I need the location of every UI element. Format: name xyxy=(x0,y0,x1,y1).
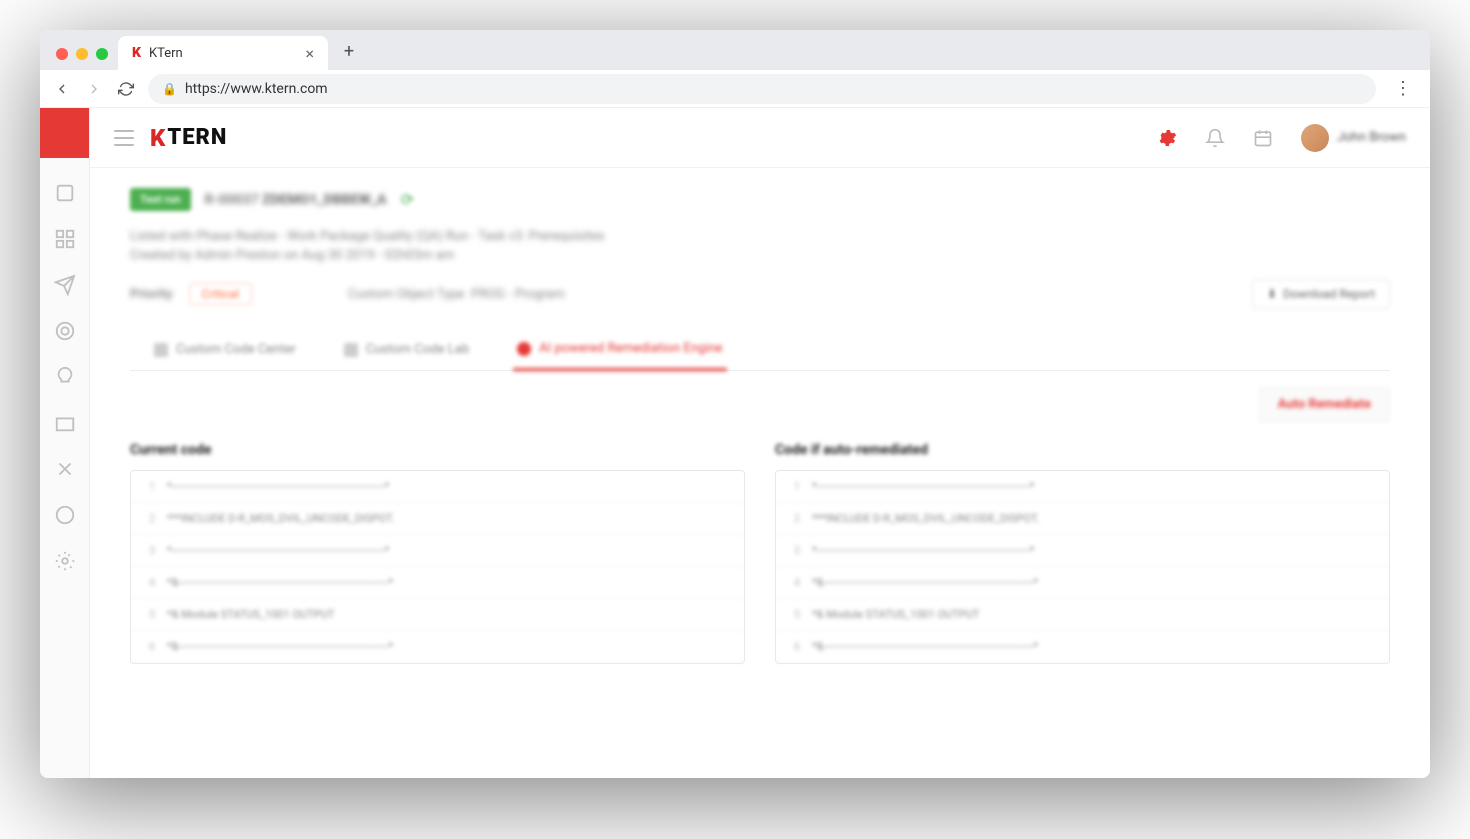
browser-menu-button[interactable]: ⋮ xyxy=(1388,78,1418,99)
rail-item-4[interactable] xyxy=(54,320,76,342)
url-text: https://www.ktern.com xyxy=(185,81,328,97)
auto-remediate-button[interactable]: Auto Remediate xyxy=(1259,387,1390,422)
remediated-code-box: 1*--------------------------------------… xyxy=(775,470,1390,664)
address-bar: 🔒 https://www.ktern.com ⋮ xyxy=(40,70,1430,108)
forward-button[interactable] xyxy=(84,79,104,99)
new-tab-button[interactable]: + xyxy=(334,36,364,66)
flask-icon xyxy=(344,343,358,357)
left-code-title: Current code xyxy=(130,442,745,458)
reload-button[interactable] xyxy=(116,79,136,99)
code-line: 2***INCLUDE D-R_MOS_DVIL_UNCODE_DISPOT. xyxy=(131,503,744,535)
browser-window: K KTern × + 🔒 https://www.ktern.com ⋮ xyxy=(40,30,1430,778)
rail-item-9[interactable] xyxy=(54,550,76,572)
code-icon xyxy=(154,343,168,357)
download-report-button[interactable]: ⬇ Download Report xyxy=(1252,279,1390,309)
tab-custom-code-lab[interactable]: Custom Code Lab xyxy=(340,329,473,370)
favicon: K xyxy=(132,45,141,61)
close-window-button[interactable] xyxy=(56,48,68,60)
tab-ai-remediation[interactable]: AI powered Remediation Engine xyxy=(513,329,726,371)
maximize-window-button[interactable] xyxy=(96,48,108,60)
created-info: Created by Admin Preston on Aug 30 2019 … xyxy=(130,248,1390,263)
status-badge: Test run xyxy=(130,188,191,211)
content-tabs: Custom Code Center Custom Code Lab AI po… xyxy=(130,329,1390,371)
app-logo: KTERN xyxy=(150,124,227,152)
menu-toggle-button[interactable] xyxy=(114,130,134,146)
refresh-icon[interactable]: ⟳ xyxy=(401,190,414,209)
bell-icon[interactable] xyxy=(1205,128,1225,148)
code-line: 5*& Module STATUS_1001 OUTPUT xyxy=(131,599,744,631)
code-line: 4*&-------------------------------------… xyxy=(131,567,744,599)
code-line: 4*&-------------------------------------… xyxy=(776,567,1389,599)
avatar xyxy=(1301,124,1329,152)
browser-tab[interactable]: K KTern × xyxy=(118,36,328,70)
rail-item-3[interactable] xyxy=(54,274,76,296)
object-type: Custom Object Type PROG - Program xyxy=(348,287,565,302)
browser-tab-bar: K KTern × + xyxy=(40,30,1430,70)
rail-brand-block xyxy=(40,108,89,158)
rail-item-8[interactable] xyxy=(54,504,76,526)
code-line: 6*&-------------------------------------… xyxy=(776,631,1389,663)
rail-item-1[interactable] xyxy=(54,182,76,204)
user-name: John Brown xyxy=(1337,130,1406,145)
priority-value: Critical xyxy=(189,283,252,305)
left-nav-rail xyxy=(40,108,90,778)
rail-item-6[interactable] xyxy=(54,412,76,434)
download-icon: ⬇ xyxy=(1267,287,1277,301)
current-code-box: 1*--------------------------------------… xyxy=(130,470,745,664)
calendar-icon[interactable] xyxy=(1253,128,1273,148)
bug-icon xyxy=(517,342,531,356)
right-code-title: Code if auto-remediated xyxy=(775,442,1390,458)
lock-icon: 🔒 xyxy=(162,82,177,96)
window-controls xyxy=(52,48,118,70)
priority-label: Priority xyxy=(130,287,173,302)
code-line: 3*--------------------------------------… xyxy=(131,535,744,567)
app-topbar: KTERN John Brown xyxy=(90,108,1430,168)
back-button[interactable] xyxy=(52,79,72,99)
code-line: 1*--------------------------------------… xyxy=(776,471,1389,503)
rail-item-2[interactable] xyxy=(54,228,76,250)
item-id: R-00037 ZDEMO1_DBBEW_A xyxy=(205,192,387,208)
minimize-window-button[interactable] xyxy=(76,48,88,60)
user-menu[interactable]: John Brown xyxy=(1301,124,1406,152)
code-line: 3*--------------------------------------… xyxy=(776,535,1389,567)
code-line: 1*--------------------------------------… xyxy=(131,471,744,503)
code-line: 6*&-------------------------------------… xyxy=(131,631,744,663)
rail-item-7[interactable] xyxy=(54,458,76,480)
close-tab-button[interactable]: × xyxy=(305,44,314,63)
url-input[interactable]: 🔒 https://www.ktern.com xyxy=(148,74,1376,104)
breadcrumb: Listed with Phase Realize - Work Package… xyxy=(130,229,1390,244)
tab-custom-code-center[interactable]: Custom Code Center xyxy=(150,329,300,370)
tab-title: KTern xyxy=(149,46,183,61)
code-line: 5*& Module STATUS_1001 OUTPUT xyxy=(776,599,1389,631)
gear-icon[interactable] xyxy=(1157,128,1177,148)
rail-item-5[interactable] xyxy=(54,366,76,388)
code-line: 2***INCLUDE D-R_MOS_DVIL_UNCODE_DISPOT. xyxy=(776,503,1389,535)
